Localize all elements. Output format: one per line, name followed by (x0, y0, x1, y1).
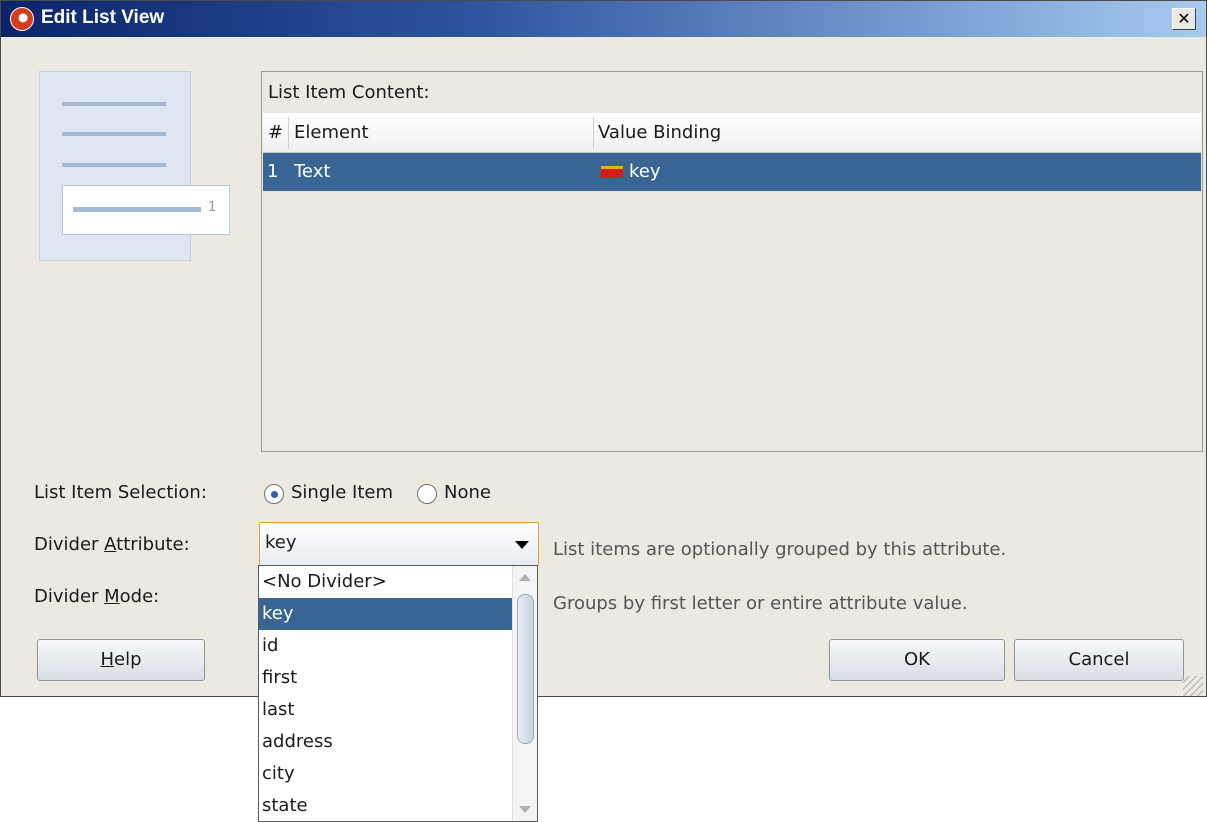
list-preview-illustration: 1 (39, 71, 230, 261)
cancel-button[interactable]: Cancel (1014, 639, 1184, 681)
chevron-down-icon[interactable] (515, 541, 529, 549)
scroll-up-icon[interactable] (519, 574, 531, 581)
resize-grip-icon[interactable] (1183, 676, 1203, 696)
divider-attribute-label: Divider Attribute: (34, 534, 190, 555)
edit-list-view-dialog: Edit List View ✕ 1 List Item Content: # … (0, 0, 1207, 697)
divider-attribute-mnemonic: A (104, 534, 117, 555)
list-item-content-table[interactable]: # Element Value Binding 1 Text key (263, 113, 1201, 451)
divider-mode-mnemonic: M (104, 586, 120, 607)
dropdown-option-state[interactable]: state (259, 790, 512, 822)
binding-icon (601, 166, 623, 178)
divider-attribute-hint: List items are optionally grouped by thi… (553, 539, 1007, 560)
preview-line (62, 132, 166, 136)
help-label-rest: elp (114, 649, 142, 670)
preview-line (62, 102, 166, 106)
divider-attribute-dropdown-list[interactable]: <No Divider> key id first last address c… (258, 565, 538, 822)
single-item-radio-label[interactable]: Single Item (291, 482, 393, 503)
row-number: 1 (267, 161, 279, 182)
preview-item-bar (73, 207, 201, 212)
none-radio-label[interactable]: None (444, 482, 491, 503)
help-button[interactable]: Help (37, 639, 205, 681)
scrollbar-thumb[interactable] (517, 594, 534, 744)
close-icon: ✕ (1177, 9, 1191, 28)
column-header-value-binding[interactable]: Value Binding (598, 113, 721, 153)
app-icon (10, 7, 34, 31)
preview-line (62, 163, 166, 167)
dropdown-option-id[interactable]: id (259, 630, 512, 662)
divider-mode-label: Divider Mode: (34, 586, 159, 607)
dropdown-option-last[interactable]: last (259, 694, 512, 726)
dropdown-option-first[interactable]: first (259, 662, 512, 694)
list-item-selection-label: List Item Selection: (34, 482, 207, 503)
preview-list-item: 1 (62, 185, 230, 235)
divider-attribute-combo[interactable]: key (259, 522, 539, 566)
scroll-down-icon[interactable] (519, 806, 531, 813)
column-separator (593, 117, 594, 149)
window-title: Edit List View (41, 7, 165, 28)
column-header-element[interactable]: Element (294, 113, 369, 153)
divider-attribute-value: key (265, 532, 297, 553)
dropdown-option-no-divider[interactable]: <No Divider> (259, 566, 512, 598)
dropdown-scrollbar[interactable] (512, 566, 537, 821)
dropdown-option-address[interactable]: address (259, 726, 512, 758)
row-value-binding-text: key (629, 161, 661, 182)
none-radio[interactable] (417, 484, 437, 504)
list-item-content-label: List Item Content: (268, 82, 430, 103)
row-value-binding: key (601, 153, 661, 191)
divider-mode-label-post: ode: (119, 586, 160, 607)
table-row[interactable]: 1 Text key (263, 153, 1201, 191)
close-button[interactable]: ✕ (1172, 8, 1196, 30)
table-header: # Element Value Binding (263, 113, 1201, 153)
dropdown-option-city[interactable]: city (259, 758, 512, 790)
divider-attribute-label-post: ttribute: (116, 534, 190, 555)
column-separator (288, 117, 289, 149)
help-mnemonic: H (100, 649, 115, 670)
dropdown-option-key[interactable]: key (259, 598, 512, 630)
divider-mode-hint: Groups by first letter or entire attribu… (553, 593, 968, 614)
column-header-number[interactable]: # (268, 113, 283, 153)
single-item-radio[interactable] (264, 484, 284, 504)
radio-selected-dot (271, 491, 278, 498)
ok-button[interactable]: OK (829, 639, 1005, 681)
list-item-content-panel: List Item Content: # Element Value Bindi… (261, 71, 1203, 452)
preview-item-number: 1 (208, 200, 217, 215)
row-element: Text (294, 161, 331, 182)
divider-mode-label-pre: Divider (34, 586, 105, 607)
title-bar[interactable]: Edit List View ✕ (1, 1, 1206, 37)
divider-attribute-label-pre: Divider (34, 534, 105, 555)
